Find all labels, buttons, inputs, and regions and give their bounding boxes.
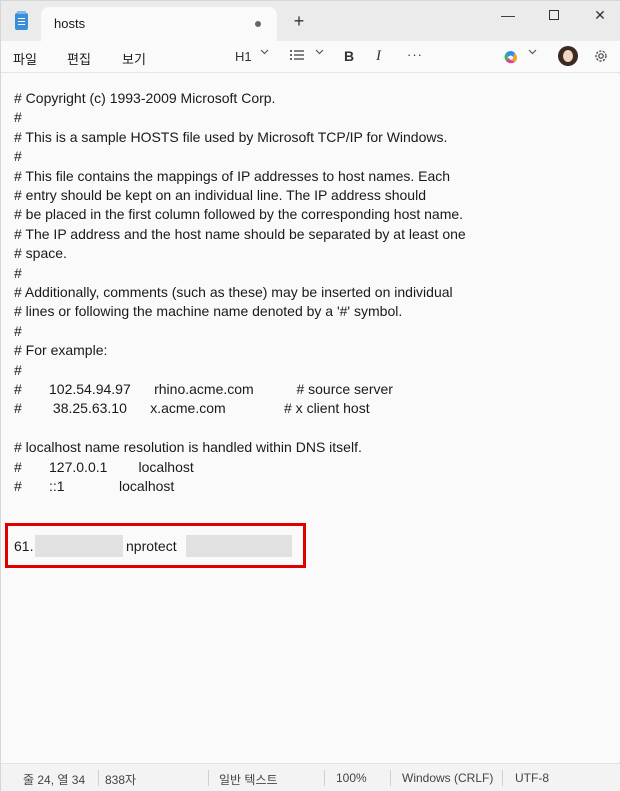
- editor-line: # This is a sample HOSTS file used by Mi…: [14, 128, 448, 145]
- editor-line: # Copyright (c) 1993-2009 Microsoft Corp…: [14, 90, 276, 106]
- divider: [208, 770, 209, 786]
- list-icon: [290, 50, 304, 60]
- chevron-down-icon: [260, 49, 269, 57]
- editor-line: # 127.0.0.1 localhost: [14, 458, 194, 475]
- line-ending[interactable]: Windows (CRLF): [402, 771, 493, 785]
- editor-line: #: [14, 361, 22, 378]
- close-button[interactable]: ✕: [577, 1, 620, 33]
- bold-button[interactable]: B: [344, 48, 354, 68]
- tab-title: hosts: [54, 16, 86, 31]
- maximize-icon: [549, 10, 559, 20]
- title-bar: hosts + — ✕: [1, 1, 620, 41]
- divider: [390, 770, 391, 786]
- editor-line: # be placed in the first column followed…: [14, 206, 464, 223]
- list-dropdown[interactable]: [289, 49, 305, 69]
- editor-line: # entry should be kept on an individual …: [14, 187, 426, 203]
- menu-view[interactable]: 보기: [122, 49, 146, 68]
- copilot-icon[interactable]: [503, 49, 519, 65]
- editor-line: # Additionally, comments (such as these)…: [14, 284, 453, 300]
- text-mode[interactable]: 일반 텍스트: [219, 771, 278, 788]
- zoom-level[interactable]: 100%: [336, 771, 367, 785]
- chevron-down-icon: [315, 49, 324, 57]
- text-editor[interactable]: # Copyright (c) 1993-2009 Microsoft Corp…: [1, 74, 620, 762]
- encoding[interactable]: UTF-8: [515, 771, 549, 785]
- tab-hosts[interactable]: hosts: [41, 7, 277, 41]
- notepad-window: hosts + — ✕ 파일 편집 보기 H1 B I ··· # Copyri…: [0, 0, 620, 791]
- char-count: 838자: [105, 773, 137, 787]
- divider: [502, 770, 503, 786]
- heading-dropdown[interactable]: H1: [235, 49, 252, 69]
- highlight-annotation-box: [5, 523, 306, 568]
- editor-line: # This file contains the mappings of IP …: [14, 167, 451, 184]
- divider: [324, 770, 325, 786]
- menu-edit[interactable]: 편집: [67, 49, 91, 68]
- italic-button[interactable]: I: [376, 48, 381, 68]
- editor-line: # lines or following the machine name de…: [14, 303, 403, 320]
- editor-line: # ::1 localhost: [14, 478, 175, 494]
- editor-line: # For example:: [14, 342, 108, 359]
- editor-line: # localhost name resolution is handled w…: [14, 439, 362, 456]
- cursor-position[interactable]: 줄 24, 열 34: [23, 771, 85, 788]
- chevron-down-icon: [528, 49, 537, 57]
- divider: [98, 770, 99, 786]
- gear-icon[interactable]: [593, 48, 609, 64]
- more-options-button[interactable]: ···: [407, 47, 423, 67]
- avatar[interactable]: [558, 46, 578, 66]
- menu-file[interactable]: 파일: [13, 49, 37, 68]
- editor-line: # 102.54.94.97 rhino.acme.com # source s…: [14, 381, 393, 397]
- unsaved-dot-icon[interactable]: [255, 21, 261, 27]
- maximize-button[interactable]: [531, 1, 577, 33]
- editor-line: #: [14, 148, 22, 165]
- minimize-button[interactable]: —: [485, 1, 531, 33]
- editor-line: # 38.25.63.10 x.acme.com # x client host: [14, 400, 370, 417]
- new-tab-button[interactable]: +: [289, 12, 309, 30]
- editor-line: #: [14, 109, 22, 126]
- editor-line: #: [14, 322, 22, 339]
- editor-line: #: [14, 264, 22, 281]
- editor-line: # The IP address and the host name shoul…: [14, 225, 466, 242]
- menu-bar: 파일 편집 보기 H1 B I ···: [1, 41, 620, 73]
- status-bar: 줄 24, 열 34 838자 일반 텍스트 100% Windows (CRL…: [1, 763, 620, 791]
- notepad-app-icon: [15, 11, 28, 30]
- editor-line: # space.: [14, 245, 67, 262]
